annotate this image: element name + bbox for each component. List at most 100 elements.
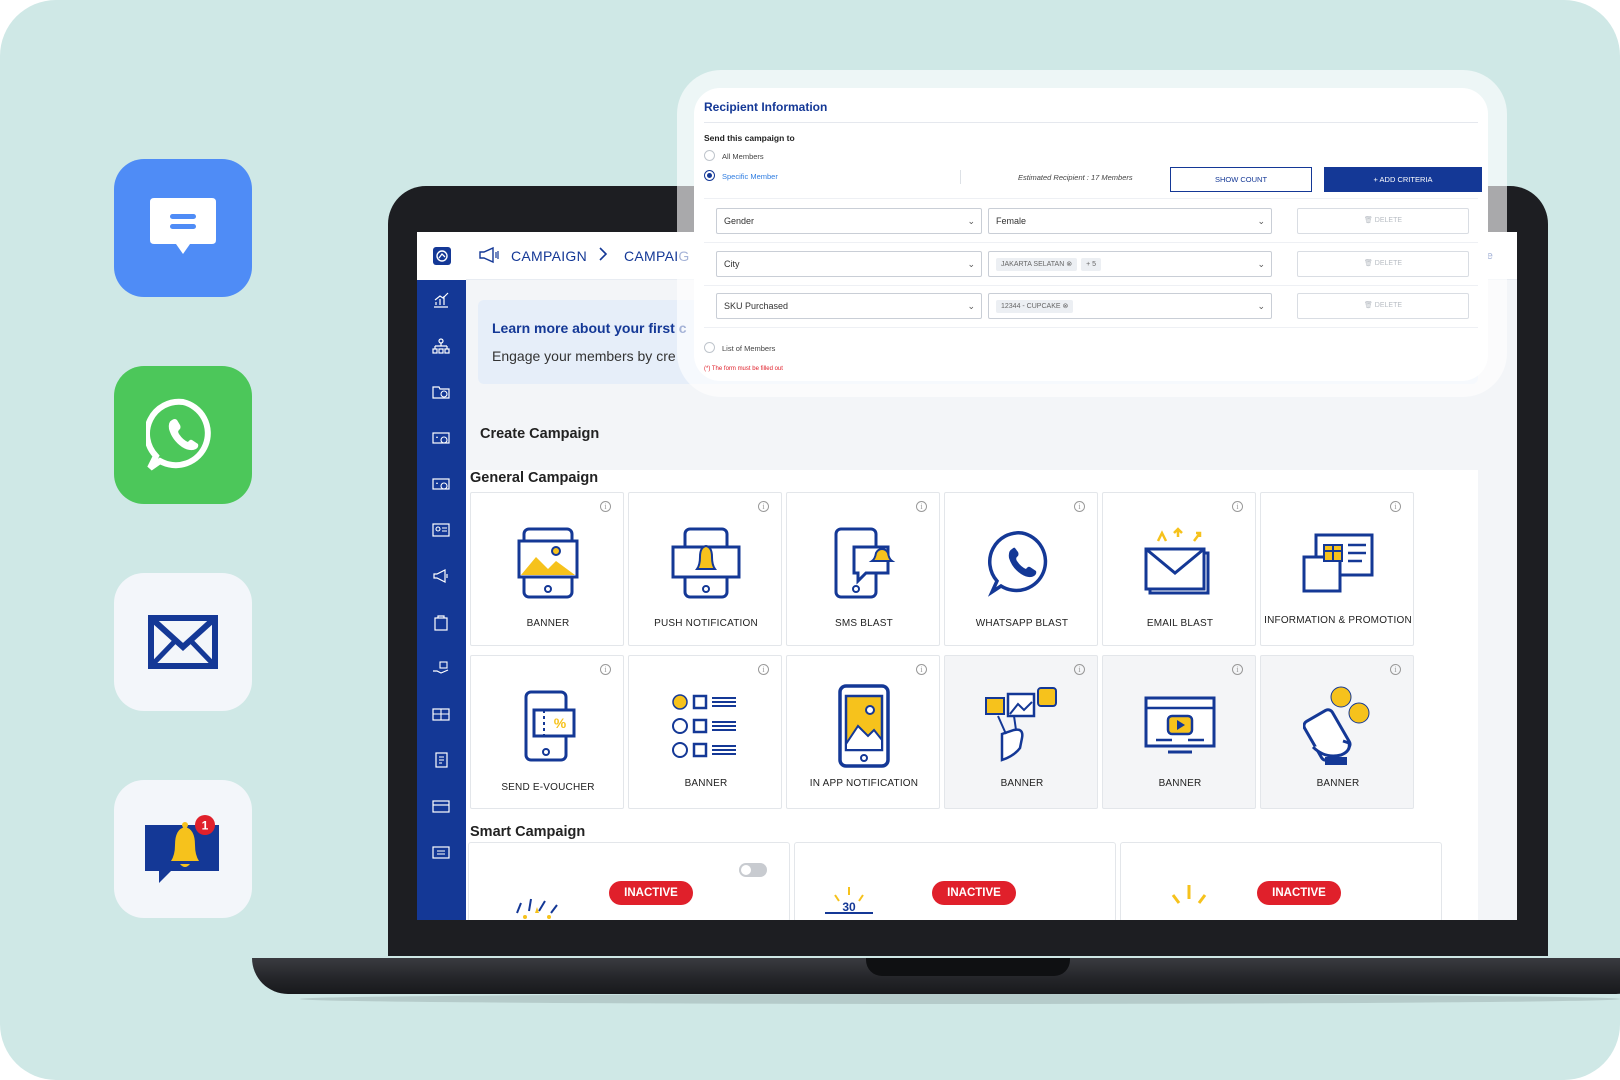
criteria-field-value: Gender <box>724 216 755 226</box>
member-card-icon[interactable] <box>429 518 453 542</box>
criteria-value-select[interactable]: JAKARTA SELATAN ⊗ + 5 ⌄ <box>988 251 1272 277</box>
show-count-button[interactable]: SHOW COUNT <box>1170 167 1312 192</box>
delete-label: DELETE <box>1374 217 1403 224</box>
info-icon[interactable]: i <box>916 501 927 512</box>
info-icon[interactable]: i <box>1390 664 1401 675</box>
campaign-card-label: SEND E-VOUCHER <box>501 782 595 793</box>
campaign-card-label: IN APP NOTIFICATION <box>809 778 919 789</box>
recipient-information-panel: Recipient Information Send this campaign… <box>694 88 1488 381</box>
criteria-field-select[interactable]: Gender ⌄ <box>716 208 982 234</box>
store-discount-icon[interactable] <box>429 840 453 864</box>
delete-label: DELETE <box>1374 302 1403 309</box>
delete-criteria-button[interactable]: 🗑 DELETE <box>1297 251 1469 277</box>
campaign-card-information-promotion[interactable]: i INFORMATION & PROMOTION <box>1260 492 1414 646</box>
campaign-card-label: INFORMATION & PROMOTION <box>1264 615 1412 626</box>
value-chip[interactable]: JAKARTA SELATAN ⊗ <box>996 258 1078 272</box>
send-campaign-label: Send this campaign to <box>704 133 795 143</box>
criteria-value-select[interactable]: Female ⌄ <box>988 208 1272 234</box>
campaign-card-push-notification[interactable]: i PUSH NOTIFICATION <box>628 492 782 646</box>
smart-campaign-heading: Smart Campaign <box>470 824 586 840</box>
smart-campaign-card[interactable]: 30 INACTIVE <box>794 842 1116 920</box>
info-icon[interactable]: i <box>1232 664 1243 675</box>
campaign-card-banner[interactable]: i BANNER <box>1102 655 1256 809</box>
criteria-field-value: City <box>724 259 740 269</box>
row-divider <box>704 327 1478 328</box>
campaign-card-banner[interactable]: i BANNER <box>470 492 624 646</box>
campaign-illustration-icon <box>471 523 625 603</box>
laptop-shadow <box>300 994 1620 1004</box>
smart-campaign-card[interactable]: INACTIVE <box>468 842 790 920</box>
delete-label: DELETE <box>1374 260 1403 267</box>
hierarchy-icon[interactable] <box>429 334 453 358</box>
panel-title: Recipient Information <box>704 100 828 114</box>
radio-list-of-members-label: List of Members <box>722 344 776 353</box>
delete-criteria-button[interactable]: 🗑 DELETE <box>1297 293 1469 319</box>
hand-gift-icon[interactable] <box>429 656 453 680</box>
status-badge: INACTIVE <box>609 881 693 905</box>
criteria-field-select[interactable]: SKU Purchased ⌄ <box>716 293 982 319</box>
info-icon[interactable]: i <box>1390 501 1401 512</box>
trash-icon: 🗑 <box>1363 260 1375 267</box>
info-icon[interactable]: i <box>1074 501 1085 512</box>
calendar-30-label: 30 <box>842 900 856 914</box>
estimated-recipient: Estimated Recipient : 17 Members <box>1018 173 1133 182</box>
calendar-30-icon: 30 <box>825 887 873 914</box>
info-icon[interactable]: i <box>1074 664 1085 675</box>
info-icon[interactable]: i <box>1232 501 1243 512</box>
radio-list-of-members[interactable] <box>704 342 715 353</box>
status-badge: INACTIVE <box>1257 881 1341 905</box>
voucher-icon[interactable] <box>429 426 453 450</box>
value-chip[interactable]: 12344 - CUPCAKE ⊗ <box>996 300 1074 314</box>
criteria-value: Female <box>996 216 1027 226</box>
campaign-card-banner[interactable]: i BANNER <box>1260 655 1414 809</box>
email-tile <box>114 573 252 711</box>
campaign-illustration-icon <box>1261 523 1415 603</box>
campaign-illustration-icon <box>629 523 783 603</box>
campaign-card-send-e-voucher[interactable]: i% SEND E-VOUCHER <box>470 655 624 809</box>
campaign-card-whatsapp-blast[interactable]: i WHATSAPP BLAST <box>944 492 1098 646</box>
vertical-divider <box>960 170 961 184</box>
panel-divider <box>704 122 1478 123</box>
megaphone-icon <box>478 246 500 269</box>
campaign-card-label: BANNER <box>526 618 570 629</box>
reward-card-icon[interactable] <box>429 472 453 496</box>
criteria-value-select[interactable]: 12344 - CUPCAKE ⊗ ⌄ <box>988 293 1272 319</box>
criteria-field-select[interactable]: City ⌄ <box>716 251 982 277</box>
info-icon[interactable]: i <box>600 501 611 512</box>
info-icon[interactable]: i <box>916 664 927 675</box>
value-chip-more[interactable]: + 5 <box>1081 258 1102 272</box>
radio-specific-member[interactable] <box>704 170 715 181</box>
smart-campaign-card[interactable]: INACTIVE <box>1120 842 1442 920</box>
chat-tile <box>114 159 252 297</box>
form-error-text: (*) The form must be filled out <box>704 366 783 372</box>
app-logo[interactable] <box>417 232 466 280</box>
general-campaign-heading: General Campaign <box>470 470 599 486</box>
shopping-bag-icon[interactable] <box>429 610 453 634</box>
delete-criteria-button[interactable]: 🗑 DELETE <box>1297 208 1469 234</box>
documents-icon[interactable] <box>429 748 453 772</box>
campaign-card-banner[interactable]: i BANNER <box>944 655 1098 809</box>
campaign-card-sms-blast[interactable]: i SMS BLAST <box>786 492 940 646</box>
notification-badge-count: 1 <box>202 819 209 833</box>
chevron-down-icon: ⌄ <box>967 216 975 226</box>
radio-all-members[interactable] <box>704 150 715 161</box>
campaign-card-email-blast[interactable]: i EMAIL BLAST <box>1102 492 1256 646</box>
campaign-illustration-icon: % <box>471 686 625 766</box>
credit-card-icon[interactable] <box>429 794 453 818</box>
gift-card-icon[interactable] <box>429 702 453 726</box>
app-logo-icon <box>432 247 451 265</box>
info-icon[interactable]: i <box>600 664 611 675</box>
background: 1 CAMPAIGN CAMPAIG Learn more about your… <box>0 0 1620 1080</box>
breadcrumb-campaign[interactable]: CAMPAIGN <box>511 248 587 264</box>
svg-text:%: % <box>554 715 567 731</box>
info-icon[interactable]: i <box>758 664 769 675</box>
campaign-card-label: BANNER <box>1158 778 1202 789</box>
megaphone-icon[interactable] <box>429 564 453 588</box>
campaign-card-in-app-notification[interactable]: i IN APP NOTIFICATION <box>786 655 940 809</box>
folder-add-icon[interactable] <box>429 380 453 404</box>
status-toggle[interactable] <box>739 863 767 877</box>
add-criteria-button[interactable]: + ADD CRITERIA <box>1324 167 1482 192</box>
campaign-card-banner[interactable]: i BANNER <box>628 655 782 809</box>
info-icon[interactable]: i <box>758 501 769 512</box>
analytics-icon[interactable] <box>429 288 453 312</box>
